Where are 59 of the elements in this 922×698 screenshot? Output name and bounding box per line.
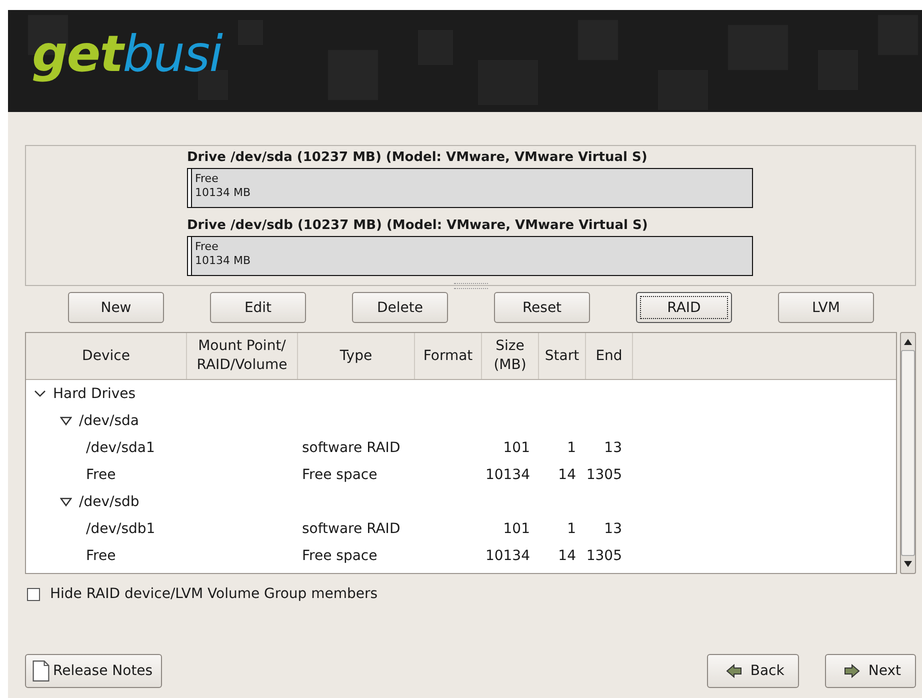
size-cell: 101 <box>503 520 530 536</box>
column-header[interactable]: Mount Point/ RAID/Volume <box>187 333 298 379</box>
end-cell: 13 <box>604 520 622 536</box>
action-button[interactable]: New <box>68 292 164 323</box>
device-cell: /dev/sdb1 <box>86 520 156 536</box>
column-header[interactable]: Start <box>539 333 586 379</box>
type-cell: software RAID <box>302 440 400 456</box>
start-cell: 14 <box>558 548 576 564</box>
scrollbar[interactable] <box>900 332 916 574</box>
type-cell: Free space <box>302 548 378 564</box>
column-header[interactable]: Type <box>298 333 415 379</box>
column-header[interactable]: Size (MB) <box>482 333 539 379</box>
free-size: 10134 MB <box>195 186 251 200</box>
device-cell: Free <box>86 466 116 482</box>
start-cell: 1 <box>567 520 576 536</box>
free-label: Free <box>195 240 218 254</box>
action-button[interactable]: LVM <box>778 292 874 323</box>
size-cell: 101 <box>503 440 530 456</box>
checkbox-label: Hide RAID device/LVM Volume Group members <box>50 586 378 602</box>
device-cell: /dev/sda <box>79 412 139 428</box>
scroll-down-icon[interactable] <box>904 561 912 568</box>
type-cell: Free space <box>302 466 378 482</box>
release-notes-button[interactable]: Release Notes <box>25 654 162 688</box>
device-cell: /dev/sda1 <box>86 440 155 456</box>
end-cell: 13 <box>604 440 622 456</box>
size-cell: 10134 <box>485 548 530 564</box>
column-header[interactable]: Format <box>415 333 482 379</box>
device-cell: Free <box>86 548 116 564</box>
start-cell: 14 <box>558 466 576 482</box>
action-button[interactable]: Reset <box>494 292 590 323</box>
end-cell: 1305 <box>586 548 622 564</box>
logo: getbusi <box>32 24 222 84</box>
device-cell: Hard Drives <box>53 386 136 402</box>
next-button[interactable]: Next <box>825 654 916 688</box>
free-size: 10134 MB <box>195 254 251 268</box>
drive-title: Drive /dev/sdb (10237 MB) (Model: VMware, VMware Virtual S) <box>187 217 649 234</box>
expanded-triangle-icon[interactable] <box>60 416 72 426</box>
partition-segment[interactable] <box>188 237 192 275</box>
partition-segment[interactable] <box>188 169 192 207</box>
expanded-triangle-icon[interactable] <box>60 496 72 506</box>
right-arrow-icon <box>844 664 860 678</box>
checkbox[interactable] <box>27 588 40 600</box>
action-button[interactable]: Delete <box>352 292 448 323</box>
size-cell: 10134 <box>485 466 530 482</box>
back-button[interactable]: Back <box>707 654 800 688</box>
device-cell: /dev/sdb <box>79 494 140 510</box>
type-cell: software RAID <box>302 520 400 536</box>
end-cell: 1305 <box>586 466 622 482</box>
resize-handle[interactable] <box>454 283 488 289</box>
start-cell: 1 <box>567 440 576 456</box>
column-header[interactable]: Device <box>26 333 187 379</box>
column-header[interactable]: End <box>586 333 633 379</box>
action-button[interactable]: RAID <box>636 292 732 323</box>
scroll-up-icon[interactable] <box>904 338 912 345</box>
left-arrow-icon <box>726 664 742 678</box>
drive-title: Drive /dev/sda (10237 MB) (Model: VMware, VMware Virtual S) <box>187 149 648 166</box>
action-button[interactable]: Edit <box>210 292 306 323</box>
document-icon <box>32 660 50 682</box>
free-label: Free <box>195 172 218 186</box>
